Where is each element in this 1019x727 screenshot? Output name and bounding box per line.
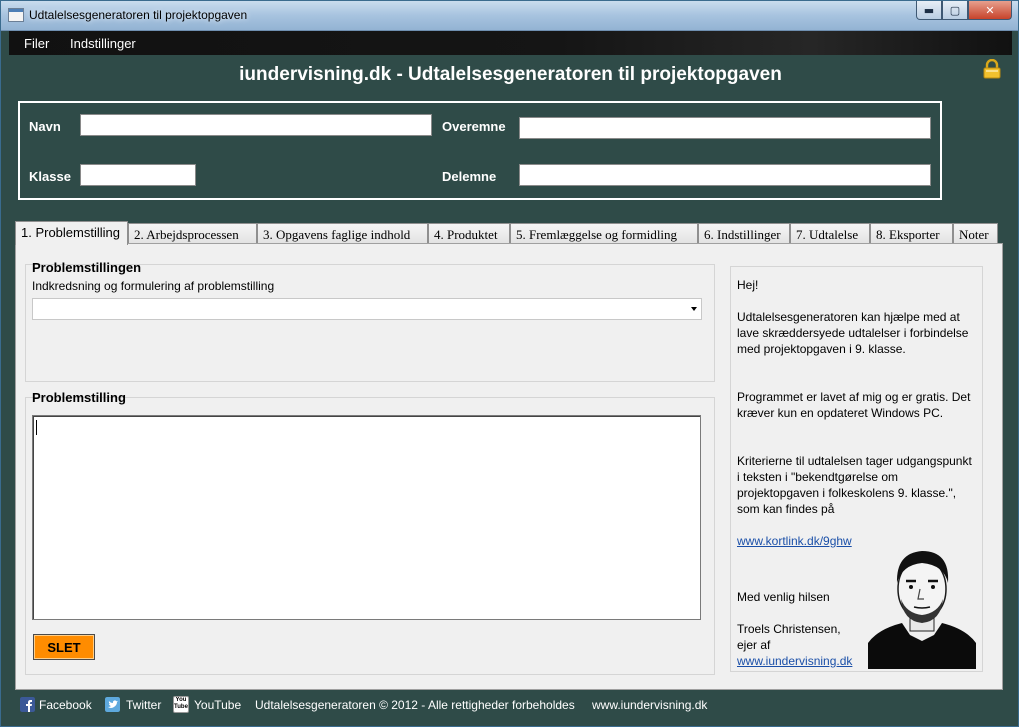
tab-fremlaeggelse[interactable]: 5. Fremlæggelse og formidling (510, 223, 698, 244)
twitter-icon[interactable] (105, 697, 120, 712)
minimize-button[interactable]: ▬ (916, 1, 942, 20)
dropdown-arrow-icon (691, 307, 697, 311)
info-paragraph-1: Udtalelsesgeneratoren kan hjælpe med at … (737, 310, 969, 356)
twitter-link[interactable]: Twitter (126, 698, 161, 712)
info-paragraph-2: Programmet er lavet af mig og er gratis.… (737, 390, 971, 420)
problem-group-subtitle: Indkredsning og formulering af problemst… (32, 279, 275, 293)
window-controls: ▬ ▢ ✕ (916, 1, 1012, 21)
app-window: Udtalelsesgeneratoren til projektopgaven… (0, 0, 1019, 727)
problem-text-title: Problemstilling (32, 390, 126, 405)
info-paragraph-3: Kriterierne til udtalelsen tager udgangs… (737, 454, 972, 516)
subtopic-label: Delemne (442, 169, 497, 184)
iundervisning-link[interactable]: www.iundervisning.dk (737, 654, 852, 668)
info-greeting: Hej! (737, 278, 759, 292)
site-link[interactable]: www.iundervisning.dk (592, 698, 707, 712)
tab-produktet[interactable]: 4. Produktet (428, 223, 510, 244)
problem-select[interactable] (32, 298, 702, 320)
kortlink-link[interactable]: www.kortlink.dk/9ghw (737, 534, 852, 548)
topic-label: Overemne (442, 119, 506, 134)
problem-group-title: Problemstillingen (32, 260, 142, 275)
tab-udtalelse[interactable]: 7. Udtalelse (790, 223, 870, 244)
tab-indstillinger[interactable]: 6. Indstillinger (698, 223, 790, 244)
youtube-link[interactable]: YouTube (194, 698, 241, 712)
info-panel: Hej! Udtalelsesgeneratoren kan hjælpe me… (730, 266, 983, 672)
copyright-text: Udtalelsesgeneratoren © 2012 - Alle rett… (255, 698, 575, 712)
subtopic-input[interactable] (519, 164, 931, 186)
window-title: Udtalelsesgeneratoren til projektopgaven (29, 8, 248, 22)
name-label: Navn (29, 119, 61, 134)
class-label: Klasse (29, 169, 71, 184)
facebook-icon[interactable] (20, 697, 35, 712)
page-title: iundervisning.dk - Udtalelsesgeneratoren… (239, 64, 782, 85)
info-role: ejer af (737, 638, 771, 652)
maximize-button[interactable]: ▢ (942, 1, 968, 20)
info-regards: Med venlig hilsen (737, 590, 830, 604)
menu-settings[interactable]: Indstillinger (70, 36, 136, 51)
topic-input[interactable] (519, 117, 931, 139)
app-icon (8, 8, 24, 22)
tab-noter[interactable]: Noter (953, 223, 998, 244)
title-bar[interactable]: Udtalelsesgeneratoren til projektopgaven… (1, 1, 1018, 31)
youtube-icon[interactable]: You Tube (173, 696, 189, 713)
tab-faglige-indhold[interactable]: 3. Opgavens faglige indhold (257, 223, 428, 244)
delete-button[interactable]: SLET (33, 634, 95, 660)
tab-eksporter[interactable]: 8. Eksporter (870, 223, 953, 244)
text-caret (36, 420, 37, 435)
name-input[interactable] (80, 114, 432, 136)
problem-textarea[interactable] (32, 415, 701, 620)
class-input[interactable] (80, 164, 196, 186)
tab-arbejdsprocessen[interactable]: 2. Arbejdsprocessen (128, 223, 257, 244)
author-portrait (868, 551, 976, 669)
menu-bar: Filer Indstillinger (9, 31, 1012, 55)
menu-file[interactable]: Filer (24, 36, 49, 51)
info-author: Troels Christensen, (737, 622, 841, 636)
tab-problemstilling[interactable]: 1. Problemstilling (15, 221, 128, 245)
facebook-link[interactable]: Facebook (39, 698, 92, 712)
close-button[interactable]: ✕ (968, 1, 1012, 20)
